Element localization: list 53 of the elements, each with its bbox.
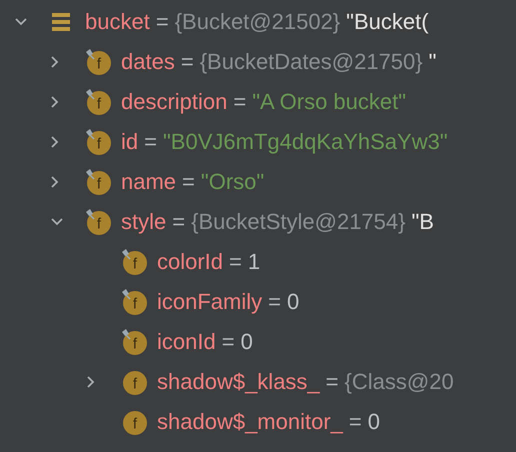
equals-sign: = bbox=[172, 209, 186, 235]
chevron-down-icon[interactable] bbox=[14, 17, 28, 27]
string-value: "Orso" bbox=[200, 169, 264, 195]
chevron-right-icon[interactable] bbox=[86, 375, 96, 389]
chevron-right-icon[interactable] bbox=[50, 135, 60, 149]
chevron-down-icon[interactable] bbox=[50, 217, 64, 227]
equals-sign: = bbox=[233, 89, 246, 115]
field-pin-icon: f bbox=[84, 128, 112, 156]
field-pin-icon: f bbox=[84, 88, 112, 116]
object-reference: {BucketStyle@21754} bbox=[191, 209, 406, 235]
object-reference: {BucketDates@21750} bbox=[200, 49, 423, 75]
number-value: 0 bbox=[368, 409, 380, 435]
variable-name: shadow$_monitor_ bbox=[157, 409, 343, 435]
variable-name: id bbox=[121, 129, 138, 155]
chevron-right-icon[interactable] bbox=[50, 175, 60, 189]
variable-name: colorId bbox=[157, 249, 224, 275]
equals-sign: = bbox=[144, 129, 157, 155]
variable-name: dates bbox=[121, 49, 175, 75]
variable-name: iconId bbox=[157, 329, 216, 355]
equals-sign: = bbox=[222, 329, 235, 355]
variable-name: iconFamily bbox=[157, 289, 262, 315]
variable-name: description bbox=[121, 89, 228, 115]
equals-sign: = bbox=[156, 9, 169, 35]
field-pin-icon: f bbox=[120, 328, 148, 356]
field-icon: f bbox=[120, 408, 148, 436]
field-pin-icon: f bbox=[84, 168, 112, 196]
equals-sign: = bbox=[326, 369, 339, 395]
field-icon: f bbox=[120, 368, 148, 396]
field-pin-icon: f bbox=[84, 48, 112, 76]
chevron-right-icon[interactable] bbox=[50, 95, 60, 109]
number-value: 0 bbox=[240, 329, 253, 355]
equals-sign: = bbox=[182, 169, 195, 195]
equals-sign: = bbox=[180, 49, 194, 75]
equals-sign: = bbox=[268, 289, 281, 315]
number-value: 0 bbox=[287, 289, 300, 315]
value-preview: "Bucket( bbox=[346, 9, 429, 35]
string-value: "A Orso bucket" bbox=[252, 89, 406, 115]
object-reference: {Class@20 bbox=[344, 369, 454, 395]
string-value: "B0VJ6mTg4dqKaYhSaYw3" bbox=[162, 129, 448, 155]
variable-name: shadow$_klass_ bbox=[157, 369, 320, 395]
equals-sign: = bbox=[229, 249, 242, 275]
value-preview: "B bbox=[411, 209, 434, 235]
field-pin-icon: f bbox=[120, 248, 148, 276]
number-value: 1 bbox=[248, 249, 260, 275]
variable-name: style bbox=[121, 209, 166, 235]
variable-name: name bbox=[121, 169, 176, 195]
equals-sign: = bbox=[348, 409, 362, 435]
value-preview: " bbox=[428, 49, 436, 75]
variable-name: bucket bbox=[85, 9, 150, 35]
field-pin-icon: f bbox=[120, 288, 148, 316]
chevron-right-icon[interactable] bbox=[50, 55, 60, 69]
field-pin-icon: f bbox=[84, 208, 112, 236]
object-reference: {Bucket@21502} bbox=[174, 9, 340, 35]
